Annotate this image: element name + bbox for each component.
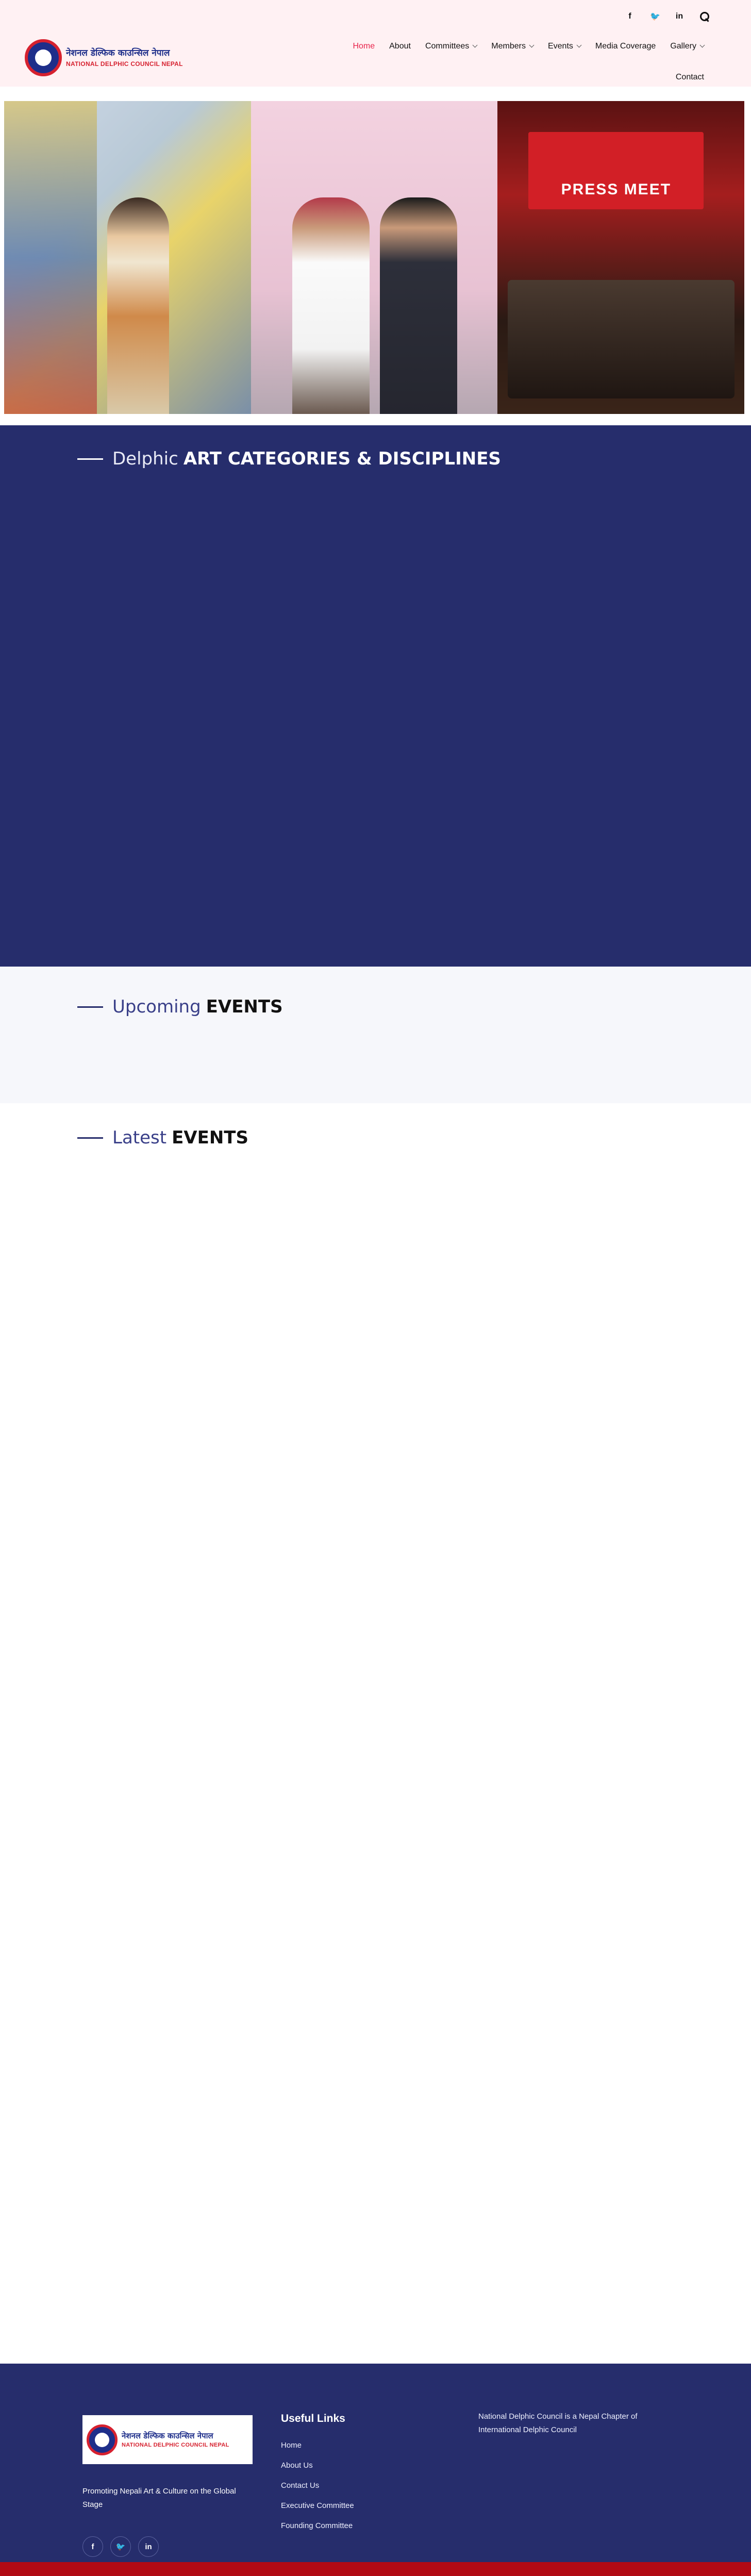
nav-label: Gallery xyxy=(670,42,696,51)
search-icon[interactable] xyxy=(699,11,710,22)
banner-image-press-meet: PRESS MEET xyxy=(497,101,745,414)
heading-light: Upcoming xyxy=(112,996,201,1017)
logo-english-text: NATIONAL DELPHIC COUNCIL NEPAL xyxy=(66,60,183,68)
footer-social-links: f 🐦 in xyxy=(82,2536,159,2557)
facebook-icon[interactable]: f xyxy=(82,2536,103,2557)
footer-about-text: National Delphic Council is a Nepal Chap… xyxy=(478,2412,638,2434)
twitter-icon[interactable]: 🐦 xyxy=(110,2536,131,2557)
nav-label: Contact xyxy=(675,73,704,81)
main-nav: Home About Committees Members Events Med… xyxy=(330,39,711,85)
nav-members[interactable]: Members xyxy=(484,39,541,54)
logo-emblem-icon xyxy=(25,39,62,76)
nav-label: Media Coverage xyxy=(595,42,656,51)
chevron-down-icon xyxy=(699,42,705,48)
chevron-down-icon xyxy=(529,42,535,48)
footer-logo[interactable]: नेशनल डेल्फिक काउन्सिल नेपाल NATIONAL DE… xyxy=(82,2415,253,2464)
footer-tagline: Promoting Nepali Art & Culture on the Gl… xyxy=(82,2487,236,2509)
footer-bottom-bar xyxy=(0,2562,751,2576)
logo-nepali-text: नेशनल डेल्फिक काउन्सिल नेपाल xyxy=(66,48,170,59)
press-meet-crowd xyxy=(508,280,735,398)
footer-link-executive-committee[interactable]: Executive Committee xyxy=(281,2501,354,2510)
site-header: f 🐦 in नेशनल डेल्फिक काउन्सिल नेपाल NATI… xyxy=(0,0,751,87)
useful-links-list: Home About Us Contact Us Executive Commi… xyxy=(281,2441,354,2530)
nav-contact[interactable]: Contact xyxy=(669,70,711,85)
logo-english-text: NATIONAL DELPHIC COUNCIL NEPAL xyxy=(122,2442,229,2448)
logo-text: नेशनल डेल्फिक काउन्सिल नेपाल NATIONAL DE… xyxy=(122,2431,229,2448)
heading-light: Latest xyxy=(112,1127,167,1148)
useful-links-title: Useful Links xyxy=(281,2413,345,2424)
heading-line xyxy=(77,1137,103,1139)
nav-events[interactable]: Events xyxy=(541,39,588,54)
footer-link-contact-us[interactable]: Contact Us xyxy=(281,2481,354,2490)
logo-text: नेशनल डेल्फिक काउन्सिल नेपाल NATIONAL DE… xyxy=(66,48,183,67)
painter-figure xyxy=(107,197,169,414)
header-social-links: f 🐦 in xyxy=(625,11,710,22)
chevron-down-icon xyxy=(472,42,478,48)
nav-label: Events xyxy=(547,42,573,51)
nav-committees[interactable]: Committees xyxy=(418,39,484,54)
nav-home[interactable]: Home xyxy=(345,39,382,54)
art-categories-heading: Delphic ART CATEGORIES & DISCIPLINES xyxy=(77,448,501,469)
nav-label: About xyxy=(389,42,411,51)
site-logo[interactable]: नेशनल डेल्फिक काउन्सिल नेपाल NATIONAL DE… xyxy=(25,37,205,78)
footer-link-home[interactable]: Home xyxy=(281,2441,354,2450)
nav-gallery[interactable]: Gallery xyxy=(663,39,711,54)
footer-link-founding-committee[interactable]: Founding Committee xyxy=(281,2521,354,2530)
latest-events-section xyxy=(0,1103,751,2364)
nav-about[interactable]: About xyxy=(382,39,418,54)
heading-bold: EVENTS xyxy=(172,1127,248,1148)
nav-label: Home xyxy=(353,42,375,51)
banner-image-painting xyxy=(4,101,251,414)
logo-emblem-icon xyxy=(87,2424,118,2455)
latest-events-heading: Latest EVENTS xyxy=(77,1127,248,1148)
footer-link-about-us[interactable]: About Us xyxy=(281,2461,354,2470)
host-figure xyxy=(379,197,457,414)
heading-light: Delphic xyxy=(112,448,178,469)
chevron-down-icon xyxy=(576,42,582,48)
linkedin-icon[interactable]: in xyxy=(138,2536,159,2557)
linkedin-icon[interactable]: in xyxy=(675,12,684,21)
guest-figure xyxy=(292,197,370,414)
art-categories-section xyxy=(0,425,751,967)
heading-line xyxy=(77,1006,103,1008)
upcoming-events-heading: Upcoming EVENTS xyxy=(77,996,283,1017)
facebook-icon[interactable]: f xyxy=(625,12,635,21)
twitter-icon[interactable]: 🐦 xyxy=(650,11,660,22)
heading-line xyxy=(77,458,103,460)
banner-image-award xyxy=(251,101,498,414)
heading-bold: EVENTS xyxy=(206,996,283,1017)
press-meet-text: PRESS MEET xyxy=(561,181,672,198)
nav-label: Members xyxy=(491,42,526,51)
upcoming-events-section xyxy=(0,967,751,1103)
hero-banner[interactable]: PRESS MEET xyxy=(4,101,745,414)
logo-nepali-text: नेशनल डेल्फिक काउन्सिल नेपाल xyxy=(122,2431,213,2440)
nav-label: Committees xyxy=(425,42,470,51)
nav-media-coverage[interactable]: Media Coverage xyxy=(588,39,663,54)
heading-bold: ART CATEGORIES & DISCIPLINES xyxy=(183,448,501,469)
site-footer: नेशनल डेल्फिक काउन्सिल नेपाल NATIONAL DE… xyxy=(0,2364,751,2562)
painting-canvas xyxy=(4,101,97,414)
press-meet-board: PRESS MEET xyxy=(528,132,704,209)
